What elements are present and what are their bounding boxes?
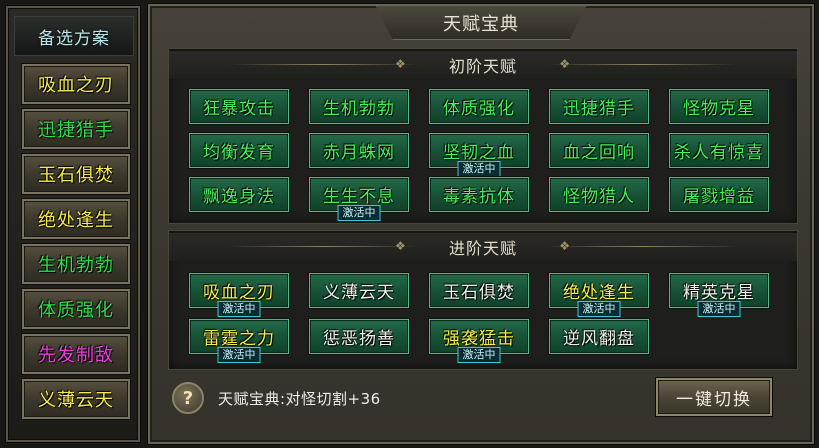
talent-button[interactable]: 生机勃勃 xyxy=(309,89,409,124)
talent-label: 吸血之刃 xyxy=(203,283,275,303)
active-badge: 激活中 xyxy=(457,347,501,363)
talent-label: 绝处逢生 xyxy=(563,283,635,303)
talent-label: 逆风翻盘 xyxy=(563,329,635,349)
talent-label: 惩恶扬善 xyxy=(323,329,395,349)
talent-button[interactable]: 毒素抗体 xyxy=(429,177,529,212)
header-ornament-line xyxy=(229,246,419,247)
talent-label: 怪物猎人 xyxy=(563,187,635,207)
header-ornament-line xyxy=(547,246,737,247)
talent-label: 强袭猛击 xyxy=(443,329,515,349)
active-badge: 激活中 xyxy=(217,301,261,317)
active-badge: 激活中 xyxy=(577,301,621,317)
talent-label: 飘逸身法 xyxy=(203,187,275,207)
talent-label: 毒素抗体 xyxy=(443,187,515,207)
talent-button[interactable]: 惩恶扬善 xyxy=(309,319,409,354)
talent-label: 义薄云天 xyxy=(323,283,395,303)
talent-button[interactable]: 义薄云天 xyxy=(309,273,409,308)
talent-label: 均衡发育 xyxy=(203,143,275,163)
preset-item[interactable]: 迅捷猎手 xyxy=(22,109,130,149)
talent-label: 玉石俱焚 xyxy=(443,283,515,303)
preset-item[interactable]: 绝处逢生 xyxy=(22,199,130,239)
talent-button[interactable]: 生生不息 激活中 xyxy=(309,177,409,221)
talent-button[interactable]: 迅捷猎手 xyxy=(549,89,649,124)
header-ornament-line xyxy=(547,64,737,65)
talent-label: 体质强化 xyxy=(443,99,515,119)
header-knot-icon: ❖ xyxy=(395,57,407,71)
talent-label: 杀人有惊喜 xyxy=(674,143,764,163)
talent-label: 血之回响 xyxy=(563,143,635,163)
advanced-section-header: ❖ 进阶天赋 ❖ xyxy=(169,233,797,261)
talent-label: 屠戮增益 xyxy=(683,187,755,207)
talent-button[interactable]: 绝处逢生 激活中 xyxy=(549,273,649,317)
basic-section-header: ❖ 初阶天赋 ❖ xyxy=(169,51,797,79)
talent-button[interactable]: 狂暴攻击 xyxy=(189,89,289,124)
active-badge: 激活中 xyxy=(457,161,501,177)
talent-label: 迅捷猎手 xyxy=(563,99,635,119)
preset-item[interactable]: 体质强化 xyxy=(22,289,130,329)
talent-button[interactable]: 精英克星 激活中 xyxy=(669,273,769,317)
talent-label: 狂暴攻击 xyxy=(203,99,275,119)
basic-header-label: 初阶天赋 xyxy=(448,57,517,76)
advanced-talents-section: ❖ 进阶天赋 ❖ 吸血之刃 激活中 义薄云天 玉石俱焚 绝处逢生 激活中 精英克星激… xyxy=(168,230,798,370)
talent-button[interactable]: 怪物克星 xyxy=(669,89,769,124)
talent-button[interactable]: 雷霆之力 激活中 xyxy=(189,319,289,363)
talent-button[interactable]: 飘逸身法 xyxy=(189,177,289,212)
talent-button[interactable]: 杀人有惊喜 xyxy=(669,133,769,168)
talent-button[interactable]: 强袭猛击 激活中 xyxy=(429,319,529,363)
talent-bonus-text: 天赋宝典:对怪切割+36 xyxy=(218,390,381,408)
preset-item[interactable]: 生机勃勃 xyxy=(22,244,130,284)
talent-button[interactable]: 吸血之刃 激活中 xyxy=(189,273,289,317)
talent-label: 生机勃勃 xyxy=(323,99,395,119)
header-ornament-line xyxy=(229,64,419,65)
talent-label: 生生不息 xyxy=(323,187,395,207)
talent-button[interactable]: 逆风翻盘 xyxy=(549,319,649,354)
active-badge: 激活中 xyxy=(337,205,381,221)
preset-sidebar: 备选方案 吸血之刃 迅捷猎手 玉石俱焚 绝处逢生 生机勃勃 体质强化 先发制敌 … xyxy=(6,6,140,442)
talent-button[interactable]: 血之回响 xyxy=(549,133,649,168)
sidebar-title: 备选方案 xyxy=(14,16,134,56)
active-badge: 激活中 xyxy=(697,301,741,317)
basic-talents-section: ❖ 初阶天赋 ❖ 狂暴攻击 生机勃勃 体质强化 迅捷猎手 怪物克星 均衡发育 赤… xyxy=(168,48,798,224)
active-badge: 激活中 xyxy=(217,347,261,363)
talent-label: 精英克星 xyxy=(683,283,755,303)
talent-button[interactable]: 怪物猎人 xyxy=(549,177,649,212)
talent-label: 雷霆之力 xyxy=(203,329,275,349)
panel-title: 天赋宝典 xyxy=(376,6,586,40)
one-click-switch-button[interactable]: 一键切换 xyxy=(656,378,772,416)
talent-button[interactable]: 赤月蛛网 xyxy=(309,133,409,168)
header-knot-icon: ❖ xyxy=(395,239,407,253)
preset-item[interactable]: 吸血之刃 xyxy=(22,64,130,104)
talent-button[interactable]: 均衡发育 xyxy=(189,133,289,168)
preset-item[interactable]: 玉石俱焚 xyxy=(22,154,130,194)
talent-button[interactable]: 玉石俱焚 xyxy=(429,273,529,308)
talent-label: 坚韧之血 xyxy=(443,143,515,163)
preset-item[interactable]: 义薄云天 xyxy=(22,379,130,419)
talent-label: 赤月蛛网 xyxy=(323,143,395,163)
talent-button[interactable]: 体质强化 xyxy=(429,89,529,124)
preset-item[interactable]: 先发制敌 xyxy=(22,334,130,374)
talent-label: 怪物克星 xyxy=(683,99,755,119)
talent-button[interactable]: 屠戮增益 xyxy=(669,177,769,212)
help-icon[interactable]: ? xyxy=(172,382,204,414)
advanced-header-label: 进阶天赋 xyxy=(448,239,517,258)
talent-button[interactable]: 坚韧之血 激活中 xyxy=(429,133,529,177)
